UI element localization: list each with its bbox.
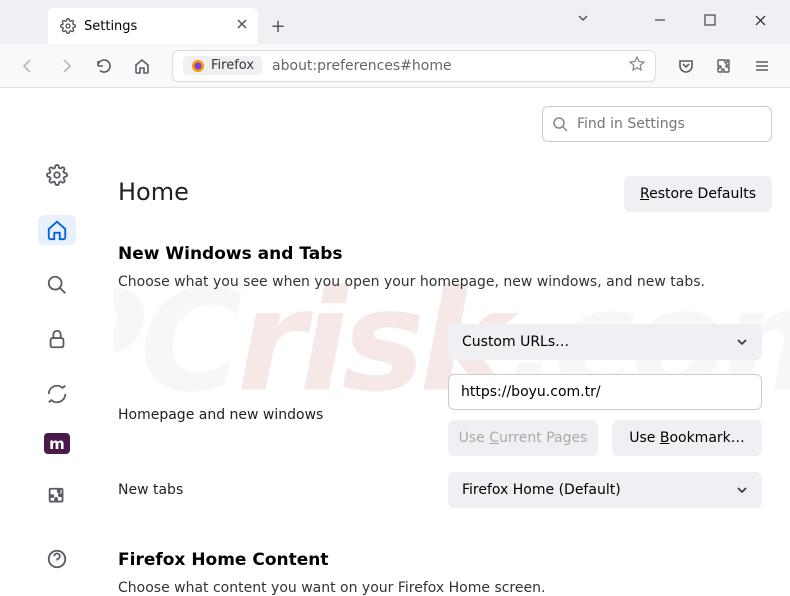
settings-search (542, 106, 772, 142)
search-icon (552, 116, 568, 132)
settings-search-input[interactable] (542, 106, 772, 142)
pocket-button[interactable] (670, 50, 702, 82)
new-tab-button[interactable]: + (264, 12, 292, 40)
address-text: about:preferences#home (272, 58, 629, 74)
sidebar-sync[interactable] (38, 378, 76, 409)
homepage-select[interactable]: Custom URLs… (448, 324, 762, 360)
firefox-badge: Firefox (183, 56, 262, 75)
section-heading: New Windows and Tabs (118, 244, 762, 264)
home-button[interactable] (126, 50, 158, 82)
section-desc: Choose what you see when you open your h… (118, 274, 762, 290)
extensions-button[interactable] (708, 50, 740, 82)
chevron-down-icon (736, 336, 748, 348)
newtabs-select-value: Firefox Home (Default) (462, 482, 621, 498)
firefox-badge-label: Firefox (211, 58, 254, 73)
tab-settings[interactable]: Settings (48, 8, 258, 44)
chevron-down-icon (736, 484, 748, 496)
gear-icon (60, 18, 76, 34)
menu-button[interactable] (746, 50, 778, 82)
homepage-row: Custom URLs… (118, 324, 762, 360)
homepage-url-input[interactable] (448, 374, 762, 410)
firefox-icon (191, 59, 205, 73)
reload-button[interactable] (88, 50, 120, 82)
bookmark-star-icon[interactable] (629, 56, 645, 76)
newtabs-row: New tabs Firefox Home (Default) (118, 472, 762, 508)
close-tab-icon[interactable] (236, 18, 248, 34)
sidebar-more[interactable]: m (44, 433, 70, 454)
back-button[interactable] (12, 50, 44, 82)
section2-heading: Firefox Home Content (118, 550, 762, 570)
settings-sidebar: m (0, 88, 114, 596)
tabs-dropdown-icon[interactable] (576, 10, 590, 29)
sidebar-privacy[interactable] (38, 324, 76, 355)
use-bookmark-button[interactable]: Use Bookmark… (612, 420, 762, 456)
close-window-button[interactable] (738, 4, 782, 36)
use-current-pages-button: Use Current Pages (448, 420, 598, 456)
restore-defaults-button[interactable]: Restore Defaults (624, 176, 772, 212)
sidebar-help[interactable] (38, 540, 76, 578)
sidebar-home[interactable] (38, 215, 76, 246)
main-content: PCrisk.com Home Restore Defaults New Win… (114, 88, 790, 596)
newtabs-select[interactable]: Firefox Home (Default) (448, 472, 762, 508)
window-controls (638, 4, 782, 36)
toolbar: Firefox about:preferences#home (0, 44, 790, 88)
sidebar-general[interactable] (38, 160, 76, 191)
maximize-button[interactable] (688, 4, 732, 36)
tab-bar: Settings + (0, 0, 790, 44)
section2-desc: Choose what content you want on your Fir… (118, 580, 762, 596)
minimize-button[interactable] (638, 4, 682, 36)
newtabs-label: New tabs (118, 482, 448, 498)
sidebar-extensions[interactable] (38, 478, 76, 516)
homepage-select-value: Custom URLs… (462, 334, 569, 350)
homepage-url-row: Homepage and new windows Use Current Pag… (118, 374, 762, 456)
url-bar[interactable]: Firefox about:preferences#home (172, 50, 656, 82)
forward-button[interactable] (50, 50, 82, 82)
tab-title: Settings (84, 19, 137, 34)
homepage-field-label: Homepage and new windows (118, 407, 448, 423)
sidebar-search[interactable] (38, 269, 76, 300)
